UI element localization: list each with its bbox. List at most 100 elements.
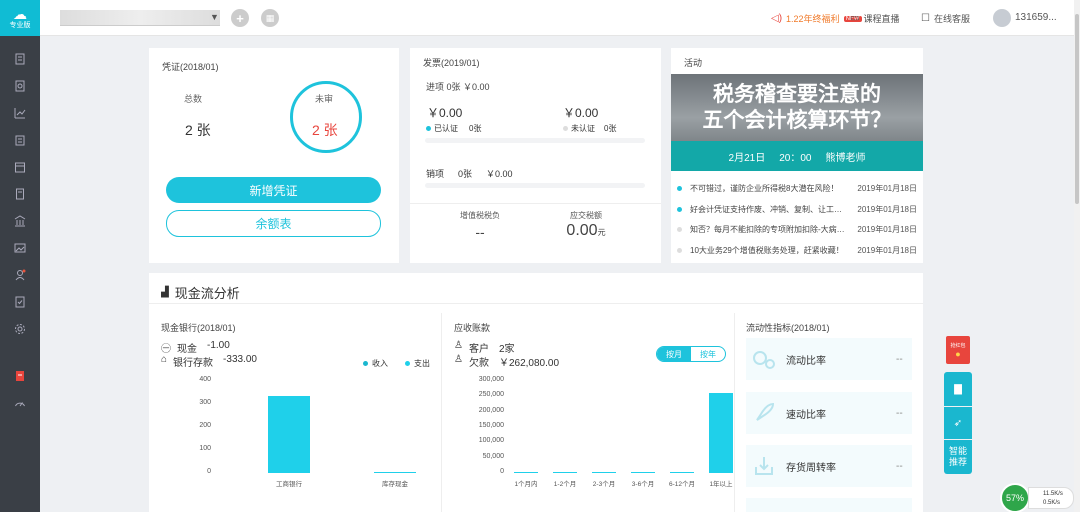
news-item[interactable]: 好会计凭证支持作废、冲销、复制、让工… 2019年01月18日 (677, 199, 917, 219)
sidebar-item-calendar[interactable] (0, 155, 40, 179)
chart-bar[interactable] (670, 472, 694, 473)
sidebar-item-invoice[interactable] (0, 74, 40, 98)
add-voucher-button[interactable]: 新增凭证 (166, 177, 381, 203)
news-dot (677, 226, 682, 232)
divider (410, 203, 661, 204)
person-icon: ♙ (454, 340, 463, 351)
inventory-turnover-label: 存货周转率 (786, 462, 836, 474)
news-item[interactable]: 10大业务29个增值税账务处理，赶紧收藏！ 2019年01月18日 (677, 240, 917, 260)
chevron-down-icon[interactable]: ▼ (210, 12, 219, 22)
notice-link[interactable]: ◁) 1.22年终福利 NEW (771, 12, 862, 25)
monitor-icon: ▭ (850, 13, 860, 24)
app-logo[interactable]: ☁ 专业版 (0, 0, 40, 36)
x-tick-label: 库存现金 (382, 481, 408, 488)
receipt-icon (16, 188, 24, 200)
news-date: 2019年01月18日 (857, 245, 917, 255)
sidebar-item-images[interactable] (0, 236, 40, 260)
y-tick-label: 0 (500, 468, 504, 475)
voucher-unreviewed-value: 2 张 (312, 122, 338, 138)
invoice-card: 发票(2019/01) 进项 0张 ￥0.00 ￥0.00 ￥0.00 已认证 … (410, 48, 661, 263)
current-ratio-label: 流动比率 (786, 355, 826, 367)
sidebar-item-closing[interactable] (0, 290, 40, 314)
y-tick-label: 150,000 (478, 422, 504, 429)
tax-payable-unit: 元 (597, 228, 606, 237)
online-service-link[interactable]: ☐ 在线客服 (921, 12, 970, 25)
sidebar-item-redpack[interactable] (0, 364, 40, 388)
user-name[interactable]: 131659... (1015, 12, 1057, 23)
news-date: 2019年01月18日 (857, 204, 917, 214)
avatar[interactable] (993, 9, 1011, 27)
tab-by-month[interactable]: 按月 (657, 347, 691, 361)
certified-label: 已认证 (434, 124, 458, 133)
cpu-gauge[interactable]: 57% (1000, 483, 1030, 512)
course-text: 课程直播 (863, 14, 900, 24)
x-tick-label: 6-12个月 (668, 481, 695, 488)
sidebar-item-books[interactable] (0, 128, 40, 152)
building-icon (15, 135, 25, 146)
chart-bar[interactable] (709, 392, 733, 473)
smart-recommend-button[interactable]: 智能推荐 (944, 440, 972, 474)
sidebar-item-settings[interactable] (0, 317, 40, 341)
guide-book-button[interactable]: ▇ (944, 372, 972, 406)
next-ratio-card[interactable] (746, 498, 912, 512)
y-tick-label: 100,000 (478, 437, 504, 445)
inventory-turnover-value: -- (896, 460, 903, 472)
quick-ratio-card[interactable]: 速动比率 -- (746, 392, 912, 434)
sidebar-item-assets[interactable] (0, 209, 40, 233)
scrollbar-thumb[interactable] (1075, 14, 1079, 204)
news-dot (677, 185, 682, 191)
chart-bar[interactable] (374, 472, 416, 473)
launch-button[interactable]: ➶ (944, 407, 972, 439)
voucher-total-value[interactable]: 2 张 (185, 120, 211, 140)
page-scrollbar[interactable] (1074, 0, 1080, 512)
x-tick-label: 3-6个月 (631, 481, 655, 488)
output-progress-bar (425, 183, 645, 188)
quick-ratio-label: 速动比率 (786, 409, 826, 421)
chart-bar[interactable] (592, 472, 616, 473)
sidebar-item-speed[interactable] (0, 391, 40, 415)
news-title: 好会计凭证支持作废、冲销、复制、让工… (690, 204, 842, 214)
activity-banner[interactable]: 税务稽查要注意的 五个会计核算环节？ 2月21日 20：00 熊博老师 (671, 74, 923, 171)
news-item[interactable]: 知否？每月不能扣除的专项附加扣除-大病… 2019年01月18日 (677, 219, 917, 239)
person-money-icon (15, 269, 26, 281)
x-tick-label: 工商银行 (276, 481, 302, 488)
chart-bar[interactable] (631, 472, 655, 473)
output-count: 0张 (458, 169, 473, 179)
chart-bar[interactable] (514, 472, 538, 473)
cashflow-section-title: 现金流分析 (174, 286, 240, 301)
grid-apps-button[interactable]: ▦ (261, 9, 279, 27)
sidebar-item-voucher[interactable] (0, 47, 40, 71)
sidebar-item-salary[interactable] (0, 263, 40, 287)
sidebar-item-tax[interactable] (0, 182, 40, 206)
rocket-icon (746, 395, 782, 431)
input-invoice-summary: 进项 0张 ￥0.00 (426, 82, 490, 92)
y-tick-label: 300,000 (478, 376, 504, 383)
y-tick-label: 200 (199, 422, 211, 429)
bank-icon (14, 215, 26, 227)
section-divider (149, 303, 923, 304)
company-selector[interactable] (60, 10, 220, 26)
legend-income-text: 收入 (372, 359, 388, 368)
red-packet-button[interactable]: 抢红包 ● (946, 336, 970, 364)
bank-label: 银行存款 (173, 358, 214, 369)
bar-chart-icon: ▟ (161, 287, 169, 298)
red-packet-text: 抢红包 (950, 342, 966, 349)
inventory-turnover-card[interactable]: 存货周转率 -- (746, 445, 912, 487)
current-ratio-card[interactable]: 流动比率 -- (746, 338, 912, 380)
chart-bar[interactable] (268, 396, 310, 473)
grid-icon: ▦ (265, 12, 275, 23)
balance-sheet-button[interactable]: 余额表 (166, 210, 381, 237)
chart-bar[interactable] (553, 472, 577, 473)
uncertified-label: 未认证 (571, 124, 595, 133)
sidebar: ☁ 专业版 (0, 0, 40, 512)
course-live-link[interactable]: ▭ 课程直播 (850, 12, 899, 25)
sidebar-item-report[interactable] (0, 101, 40, 125)
customer-value: 2家 (498, 344, 515, 355)
customer-row: ♙ 客户 2家 (454, 340, 515, 355)
news-dot (677, 206, 682, 212)
owed-value: ￥262,080.00 (498, 358, 560, 369)
news-item[interactable]: 不可错过，谨防企业所得税8大潜在风险！ 2019年01月18日 (677, 178, 917, 198)
tab-by-year[interactable]: 按年 (691, 347, 725, 361)
add-company-button[interactable]: + (231, 9, 249, 27)
document-icon (15, 53, 25, 65)
